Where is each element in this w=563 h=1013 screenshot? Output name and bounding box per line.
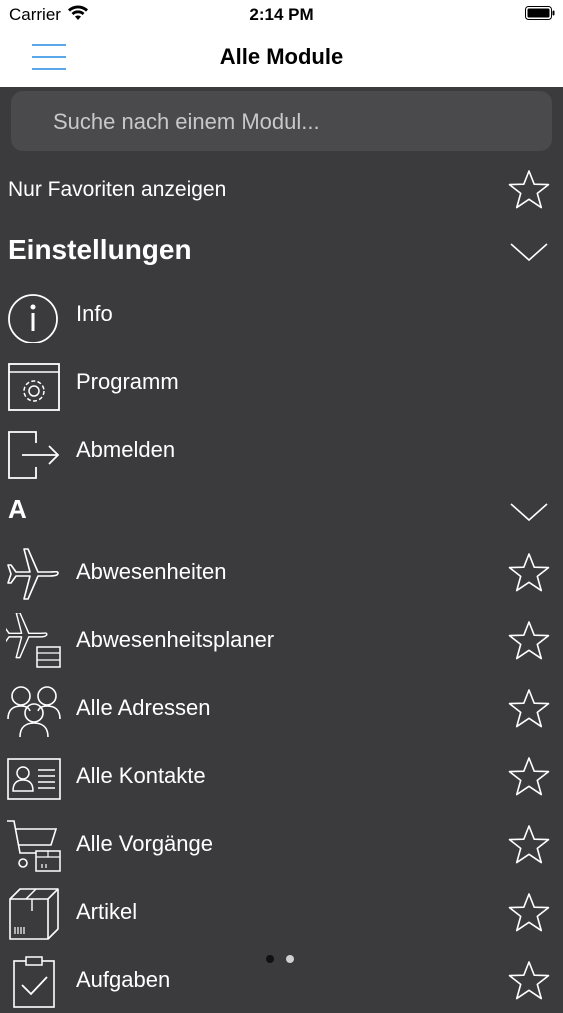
chevron-down-icon[interactable] [509, 240, 549, 264]
info-icon [8, 294, 58, 343]
module-item-abwesenheiten[interactable]: Abwesenheiten [0, 539, 563, 605]
module-label: Info [76, 301, 113, 326]
module-label: Alle Kontakte [76, 763, 206, 788]
status-bar: Carrier 2:14 PM [0, 0, 563, 28]
module-item-abmelden[interactable]: Abmelden [0, 417, 563, 483]
module-item-alle-kontakte[interactable]: Alle Kontakte [0, 743, 563, 809]
favorites-filter-label: Nur Favoriten anzeigen [8, 178, 227, 201]
navigation-bar: Alle Module [0, 28, 563, 87]
star-icon[interactable] [508, 892, 550, 934]
module-item-alle-adressen[interactable]: Alle Adressen [0, 675, 563, 741]
favorites-filter-row[interactable]: Nur Favoriten anzeigen [0, 160, 563, 220]
package-box-icon [9, 888, 59, 940]
page-dot[interactable] [286, 955, 294, 963]
people-icon [7, 686, 61, 737]
section-title: A [8, 494, 27, 524]
star-icon[interactable] [508, 756, 550, 798]
section-title: Einstellungen [8, 234, 192, 265]
module-item-programm[interactable]: Programm [0, 349, 563, 415]
module-label: Alle Vorgänge [76, 831, 213, 856]
module-item-abwesenheitsplaner[interactable]: Abwesenheitsplaner [0, 607, 563, 673]
program-settings-icon [8, 363, 60, 411]
page-indicator[interactable] [266, 950, 306, 968]
logout-icon [8, 431, 60, 479]
star-icon[interactable] [508, 620, 550, 662]
page-dot-active[interactable] [266, 955, 274, 963]
clipboard-check-icon [13, 956, 55, 1008]
battery-icon [525, 6, 555, 20]
airplane-icon [7, 548, 59, 600]
module-label: Abwesenheiten [76, 559, 227, 584]
module-label: Alle Adressen [76, 695, 211, 720]
module-label: Programm [76, 369, 179, 394]
module-item-alle-vorgaenge[interactable]: Alle Vorgänge [0, 811, 563, 877]
module-label: Aufgaben [76, 967, 171, 992]
section-header-a[interactable]: A [0, 486, 563, 536]
module-label: Artikel [76, 899, 138, 924]
module-label: Abwesenheitsplaner [76, 627, 275, 652]
search-bar [11, 91, 552, 153]
section-header-settings[interactable]: Einstellungen [0, 226, 563, 276]
module-item-info[interactable]: Info [0, 281, 563, 347]
clock: 2:14 PM [249, 5, 314, 24]
star-icon[interactable] [508, 552, 550, 594]
page-title: Alle Module [219, 44, 344, 69]
shopping-cart-icon [7, 820, 61, 872]
airplane-planner-icon [6, 613, 61, 668]
contact-card-icon [7, 758, 61, 800]
module-label: Abmelden [76, 437, 176, 462]
star-icon[interactable] [508, 960, 550, 1002]
search-input[interactable] [51, 91, 535, 153]
star-icon[interactable] [508, 169, 550, 211]
chevron-down-icon[interactable] [509, 500, 549, 524]
star-icon[interactable] [508, 688, 550, 730]
star-icon[interactable] [508, 824, 550, 866]
module-item-artikel[interactable]: Artikel [0, 879, 563, 945]
